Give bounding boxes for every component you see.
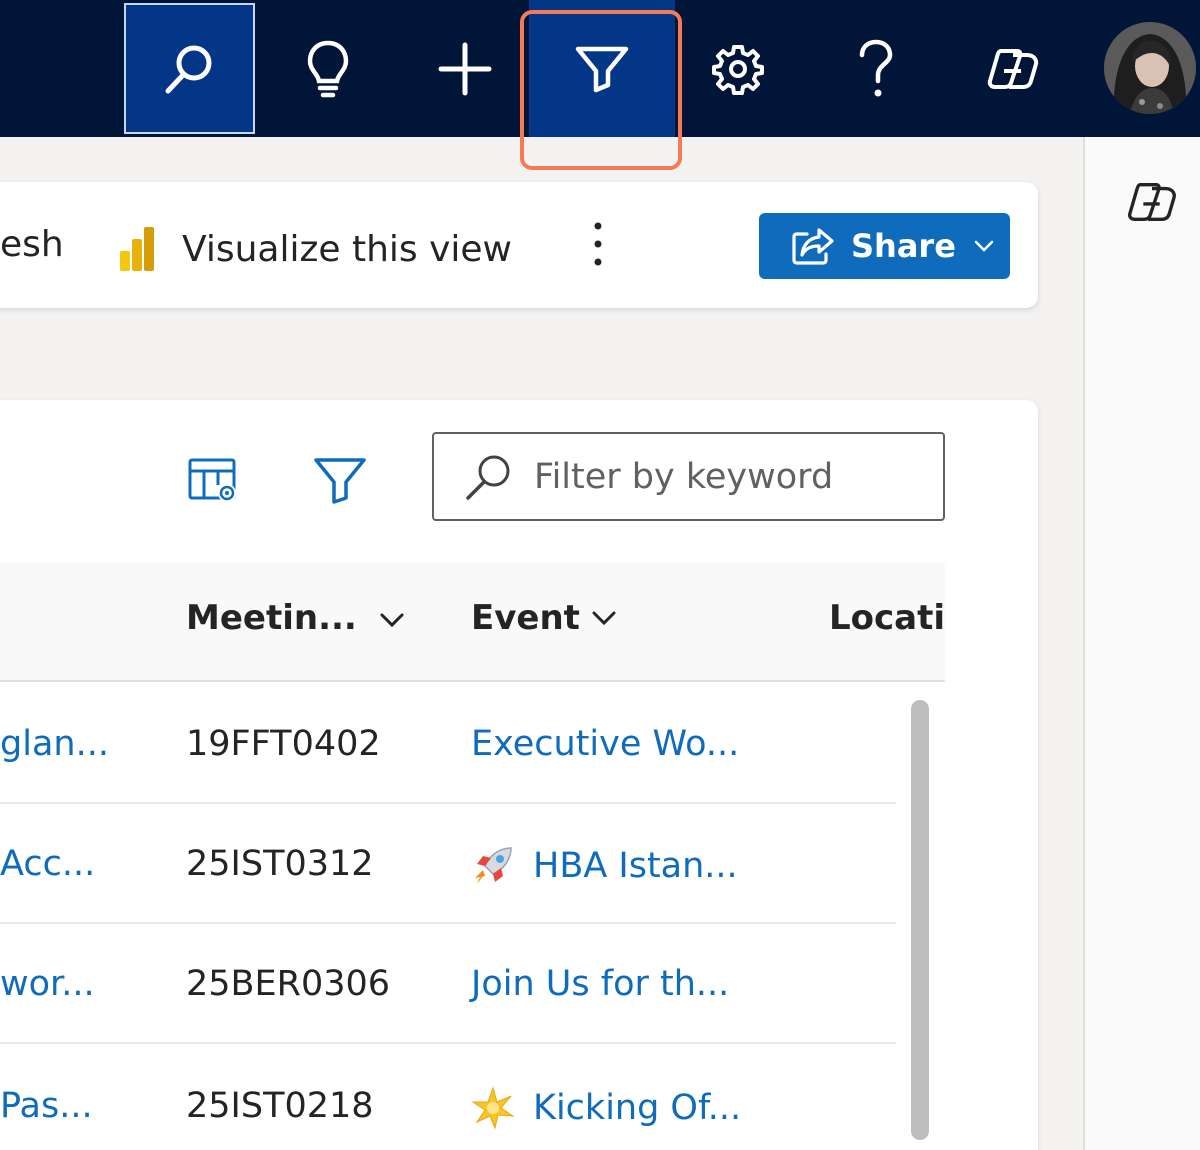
column-header-location-label: Locatic	[829, 598, 945, 638]
search-button[interactable]	[124, 3, 255, 134]
column-header-location[interactable]: Locatic	[829, 598, 945, 638]
column-header-meeting-label: Meetin...	[186, 598, 357, 638]
refresh-button[interactable]: esh	[0, 224, 64, 265]
lightbulb-icon	[307, 40, 349, 97]
visualize-view-label: Visualize this view	[182, 228, 512, 270]
advanced-filter-button[interactable]	[529, 0, 675, 137]
row-event-link[interactable]: Kicking Of...	[471, 1086, 741, 1130]
row-event-link[interactable]: Join Us for th...	[471, 964, 729, 1004]
row-event-label: Join Us for th...	[471, 964, 730, 1004]
row-event-link[interactable]: HBA Istan...	[471, 844, 738, 888]
search-icon	[165, 45, 211, 93]
row-name-cell[interactable]: Pas...	[0, 1086, 93, 1126]
row-name-cell[interactable]: Acc...	[0, 844, 95, 884]
power-bi-icon	[120, 227, 154, 271]
keyword-filter-box[interactable]	[432, 432, 945, 521]
more-commands-button[interactable]	[580, 218, 616, 270]
share-button[interactable]: Share	[759, 213, 1010, 279]
row-meeting-code-cell: 25BER0306	[186, 964, 391, 1004]
help-button[interactable]	[808, 0, 944, 137]
share-label: Share	[851, 227, 956, 265]
row-meeting-code-cell: 25IST0218	[186, 1086, 374, 1126]
new-button[interactable]	[397, 0, 533, 137]
vertical-scrollbar[interactable]	[911, 700, 929, 1140]
filter-icon	[575, 46, 629, 92]
visualize-view-button[interactable]: Visualize this view	[118, 217, 512, 281]
search-icon	[466, 455, 510, 500]
more-vertical-icon	[594, 222, 602, 266]
row-event-label: HBA Istan...	[533, 846, 738, 886]
keyword-filter-input[interactable]	[534, 456, 934, 497]
row-meeting-code-cell: 25IST0312	[186, 844, 374, 884]
row-name-cell[interactable]: glan...	[0, 724, 109, 764]
edit-columns-button[interactable]	[186, 455, 240, 509]
question-mark-icon	[859, 39, 893, 96]
row-name-cell[interactable]: wor...	[0, 964, 95, 1004]
table-row[interactable]	[0, 684, 896, 804]
filter-icon	[314, 458, 366, 504]
profile-photo-icon	[1104, 22, 1196, 114]
chevron-down-icon	[592, 611, 616, 625]
side-copilot-button[interactable]	[1127, 180, 1177, 228]
rocket-icon	[471, 844, 515, 888]
column-meeting-sort-button[interactable]	[380, 612, 404, 631]
sparkle-icon	[471, 1086, 515, 1130]
plus-icon	[438, 42, 492, 95]
row-event-link[interactable]: Executive Wo...	[471, 724, 739, 764]
chevron-down-icon	[380, 613, 404, 628]
copilot-icon	[987, 48, 1039, 89]
tips-button[interactable]	[260, 0, 396, 137]
settings-button[interactable]	[670, 0, 806, 137]
column-header-meeting[interactable]: Meetin...	[186, 598, 357, 638]
user-avatar[interactable]	[1104, 22, 1196, 114]
row-event-label: Kicking Of...	[533, 1088, 742, 1128]
column-header-event[interactable]: Event	[471, 598, 616, 638]
edit-columns-icon	[188, 458, 236, 502]
column-header-event-label: Event	[471, 598, 580, 638]
row-meeting-code-cell: 19FFT0402	[186, 724, 381, 764]
table-row[interactable]	[0, 804, 896, 924]
copilot-icon	[1127, 183, 1176, 221]
share-icon	[792, 228, 834, 265]
table-row[interactable]	[0, 1044, 896, 1150]
copilot-button[interactable]	[945, 0, 1081, 137]
table-row[interactable]	[0, 924, 896, 1044]
side-pane	[1083, 137, 1200, 1150]
gear-icon	[712, 44, 764, 95]
row-event-label: Executive Wo...	[471, 724, 740, 764]
chevron-down-icon	[974, 240, 994, 252]
grid-filter-button[interactable]	[313, 456, 367, 508]
